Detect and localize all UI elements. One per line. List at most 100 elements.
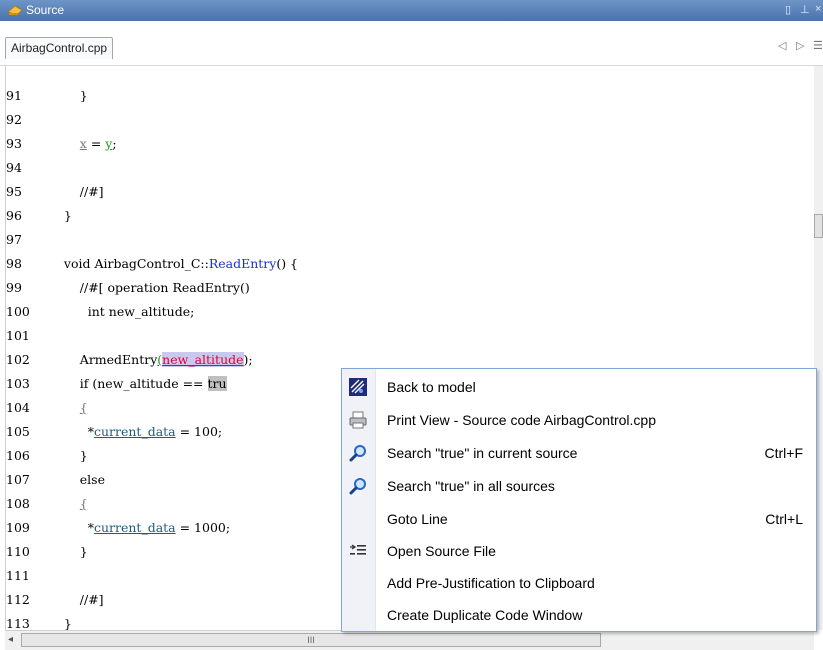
code-var-current-data[interactable]: current_data [94, 424, 176, 439]
code-deref: * [48, 520, 94, 535]
code-text: //#] [48, 184, 104, 199]
menu-item-shortcut: Ctrl+L [765, 511, 803, 527]
menu-item-back-to-model[interactable]: Back to model [342, 371, 816, 403]
code-line: 105 *current_data = 100; [6, 422, 222, 442]
code-text: //#] [48, 592, 104, 607]
code-semicolon: ; [112, 136, 117, 151]
code-signature-end: () { [276, 256, 298, 271]
code-var-current-data[interactable]: current_data [94, 520, 176, 535]
window-title-bar: Source ▯ ⊥ × [0, 0, 823, 21]
code-line: 97 [6, 230, 22, 250]
code-text: else [48, 472, 105, 487]
code-line: 110 } [6, 542, 88, 562]
menu-item-label: Search "true" in all sources [387, 478, 555, 494]
line-number: 107 [6, 472, 30, 487]
menu-item-label: Search "true" in current source [387, 445, 578, 461]
code-paren-close: ); [243, 352, 253, 367]
line-number: 108 [6, 496, 30, 511]
line-number: 103 [6, 376, 30, 391]
code-selected-true[interactable]: tru [207, 376, 227, 391]
line-number: 113 [6, 616, 30, 630]
line-number: 106 [6, 448, 30, 463]
menu-item-label: Back to model [387, 379, 476, 395]
restore-window-icon[interactable]: ▯ [785, 3, 791, 16]
code-line: 93 x = y; [6, 134, 117, 154]
code-function-name[interactable]: ReadEntry [209, 256, 277, 271]
close-window-icon[interactable]: × [815, 3, 821, 15]
line-number: 109 [6, 520, 30, 535]
code-line: 101 [6, 326, 30, 346]
code-text: int new_altitude; [48, 304, 195, 319]
code-line: 100 int new_altitude; [6, 302, 194, 322]
code-text: { [48, 398, 88, 418]
code-text: } [48, 616, 72, 630]
code-line: 113 } [6, 614, 72, 630]
line-number: 99 [6, 280, 22, 295]
line-number: 112 [6, 592, 30, 607]
context-menu: Back to model Print View - Source code A… [341, 368, 817, 632]
menu-item-create-duplicate-window[interactable]: Create Duplicate Code Window [342, 599, 816, 631]
code-line: 95 //#] [6, 182, 104, 202]
code-line: 109 *current_data = 1000; [6, 518, 230, 538]
menu-item-goto-line[interactable]: Goto Line Ctrl+L [342, 503, 816, 535]
menu-item-label: Open Source File [387, 543, 496, 559]
menu-item-print-view[interactable]: Print View - Source code AirbagControl.c… [342, 404, 816, 436]
horizontal-scroll-thumb[interactable]: III [21, 633, 601, 647]
menu-item-shortcut: Ctrl+F [764, 445, 804, 461]
code-line: 99 //#[ operation ReadEntry() [6, 278, 250, 298]
code-line: 103 if (new_altitude == tru [6, 374, 227, 394]
line-number: 93 [6, 136, 22, 151]
code-line: 91 } [6, 86, 88, 106]
line-number: 96 [6, 208, 22, 223]
line-number: 95 [6, 184, 22, 199]
menu-item-label: Print View - Source code AirbagControl.c… [387, 412, 656, 428]
code-brace: { [79, 400, 88, 415]
open-source-file-icon [349, 542, 367, 560]
printer-icon [349, 411, 367, 429]
pin-window-icon[interactable]: ⊥ [800, 3, 810, 16]
horizontal-scrollbar[interactable]: ◂ III [5, 630, 814, 650]
code-text: } [48, 88, 88, 103]
tab-prev-icon[interactable]: ◁ [778, 39, 786, 52]
menu-item-label: Add Pre-Justification to Clipboard [387, 575, 595, 591]
code-arg-new-altitude[interactable]: new_altitude [162, 352, 244, 367]
code-text: *current_data = 100; [48, 422, 222, 442]
vertical-scroll-thumb[interactable] [814, 214, 823, 238]
code-text: } [48, 208, 72, 223]
scroll-left-arrow-icon[interactable]: ◂ [8, 634, 13, 645]
code-line: 108 { [6, 494, 88, 514]
menu-item-add-pre-justification[interactable]: Add Pre-Justification to Clipboard [342, 567, 816, 599]
code-text: } [48, 448, 88, 463]
line-number: 91 [6, 88, 22, 103]
magnifier-icon [349, 477, 367, 495]
code-brace: { [79, 496, 88, 511]
menu-item-open-source-file[interactable]: Open Source File [342, 535, 816, 567]
code-text: if (new_altitude == tru [48, 374, 227, 394]
code-text: } [48, 544, 88, 559]
code-line: 111 [6, 566, 30, 586]
code-line: 107 else [6, 470, 105, 490]
code-assign: = 100; [175, 424, 223, 439]
magnifier-icon [349, 444, 367, 462]
line-number: 110 [6, 544, 30, 559]
tab-airbagcontrol-cpp[interactable]: AirbagControl.cpp [5, 37, 114, 59]
tab-list-icon[interactable]: ☰ [813, 39, 823, 52]
menu-item-search-all-sources[interactable]: Search "true" in all sources [342, 470, 816, 502]
line-number: 104 [6, 400, 30, 415]
back-to-model-icon [349, 378, 367, 396]
menu-item-search-current-source[interactable]: Search "true" in current source Ctrl+F [342, 437, 816, 469]
line-number: 105 [6, 424, 30, 439]
code-if: if (new_altitude == [48, 376, 208, 391]
line-number: 92 [6, 112, 22, 127]
line-number: 100 [6, 304, 30, 319]
window-title: Source [26, 3, 65, 17]
line-number: 102 [6, 352, 30, 367]
code-deref: * [48, 424, 94, 439]
code-var-x[interactable]: x [80, 136, 87, 151]
code-line: 92 [6, 110, 22, 130]
code-call: ArmedEntry [48, 352, 158, 367]
tab-next-icon[interactable]: ▷ [796, 39, 804, 52]
code-text: void AirbagControl_C::ReadEntry() { [48, 254, 298, 274]
